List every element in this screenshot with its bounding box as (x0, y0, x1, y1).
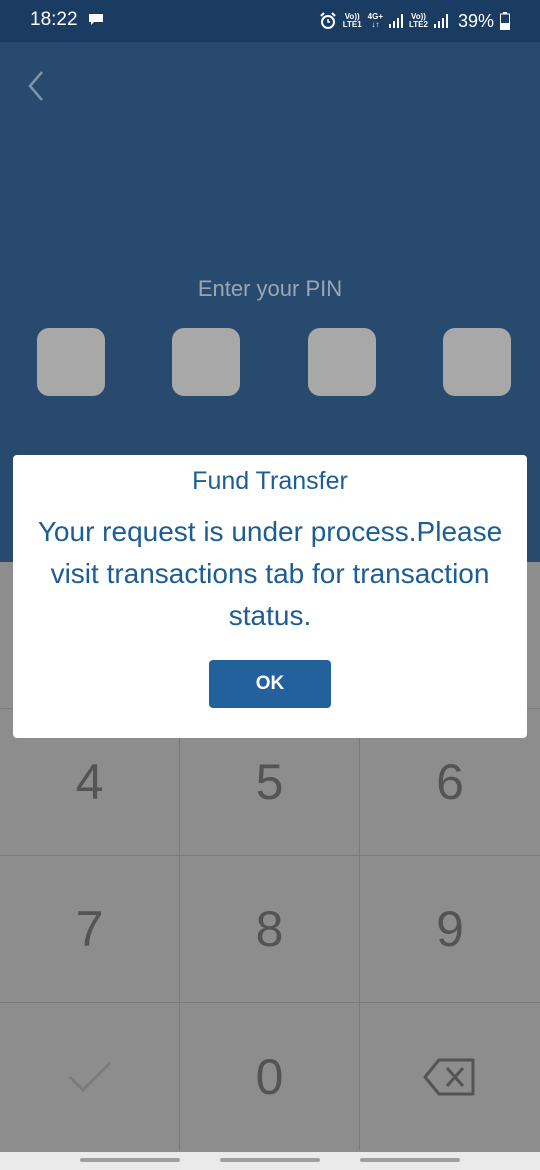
pin-digit-box[interactable] (308, 328, 376, 396)
key-7[interactable]: 7 (0, 856, 180, 1003)
pin-digit-box[interactable] (443, 328, 511, 396)
key-label: 8 (255, 901, 284, 957)
status-indicators: Vo)) LTE1 4G+ ↓↑ Vo)) LTE2 39% (319, 8, 510, 34)
key-9[interactable]: 9 (360, 856, 540, 1003)
pin-prompt: Enter your PIN (197, 276, 343, 301)
signal-icon-sim2 (433, 14, 448, 28)
dialog-message: Your request is under process.Please vis… (37, 516, 503, 631)
message-icon (89, 14, 103, 25)
key-8[interactable]: 8 (180, 856, 360, 1003)
key-label: 4 (75, 754, 104, 810)
backspace-icon (423, 1058, 475, 1095)
status-time: 18:22 (30, 9, 78, 30)
nav-recent-handle[interactable] (80, 1158, 180, 1162)
backspace-key[interactable] (360, 1003, 540, 1150)
sim1-label: Vo)) LTE1 (343, 13, 362, 29)
alarm-icon (319, 12, 336, 29)
key-label: 0 (255, 1048, 284, 1105)
dialog-title: Fund Transfer (192, 467, 348, 495)
fund-transfer-dialog: Fund Transfer Your request is under proc… (13, 455, 527, 738)
sim1-network: 4G+ ↓↑ (368, 13, 383, 29)
nav-back-handle[interactable] (360, 1158, 460, 1162)
pin-digit-box[interactable] (172, 328, 240, 396)
pin-digit-box[interactable] (37, 328, 105, 396)
sim1-lte: LTE1 (342, 20, 362, 29)
key-label: 9 (436, 901, 464, 957)
key-label: 7 (75, 901, 104, 957)
system-nav-bar (0, 1152, 540, 1170)
back-arrow-icon[interactable] (22, 68, 52, 104)
check-icon (68, 1061, 111, 1092)
ok-button[interactable]: OK (209, 660, 331, 708)
key-0[interactable]: 0 (180, 1003, 360, 1150)
confirm-key[interactable] (0, 1003, 180, 1150)
sim2-label: Vo)) LTE2 (409, 13, 428, 29)
key-label: 5 (255, 754, 284, 810)
battery-icon (500, 12, 510, 30)
sim2-lte: LTE2 (409, 20, 428, 29)
battery-percent: 39% (457, 10, 494, 31)
signal-icon-sim1 (389, 14, 403, 28)
data-arrows-icon: ↓↑ (371, 20, 380, 29)
nav-home-handle[interactable] (220, 1158, 320, 1162)
status-bar: 18:22 Vo)) LTE1 4G+ ↓↑ Vo)) LTE2 39% (0, 0, 540, 42)
key-label: 6 (436, 754, 464, 810)
